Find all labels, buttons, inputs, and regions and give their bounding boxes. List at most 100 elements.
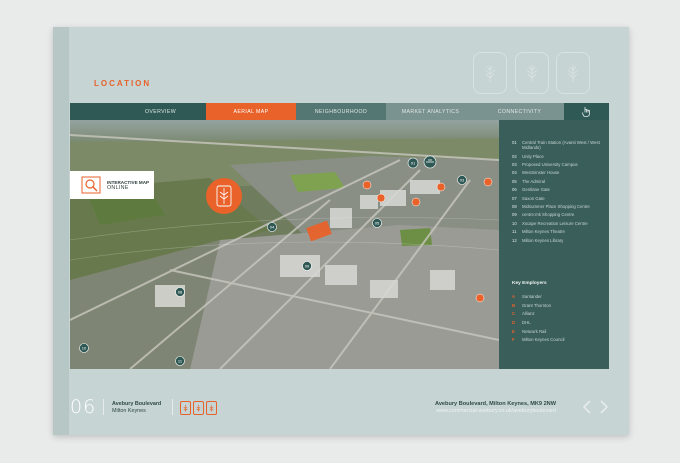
employer-label: Allianz [522,311,535,317]
employer-item: C Allianz [512,311,565,317]
employers-list: A Santander B Grant Thornton C Allianz D DHL E Ne… [512,294,565,346]
marker-b [376,193,386,203]
legend-place-number: 05 [512,178,517,184]
page-number: 06 [70,396,97,418]
previous-page-icon[interactable] [582,400,592,414]
tab-connectivity[interactable]: CONNECTIVITY [475,103,564,120]
employer-label: Santander [522,294,542,299]
employer-item: F Milton Keynes Council [512,337,565,343]
map-markers: 01 04 08 09 10 11 03 05 [79,155,493,366]
tree-icon [473,52,507,94]
footer-address-line2: Milton Keynes [112,408,146,414]
employer-item: A Santander [512,294,565,300]
legend-place-label: Midsummer Place Shopping Centre [522,204,590,210]
marker-c [411,197,421,207]
tab-market-analytics[interactable]: MARKET ANALYTICS [386,103,475,120]
key-employers-title: Key Employers [512,281,547,286]
employer-letter: D [512,320,516,326]
legend-place-item: 04 Westminster House [512,170,604,175]
legend-place-number: 11 [512,229,517,235]
legend-place-number: 09 [512,212,517,218]
section-title: LOCATION [94,79,152,88]
tree-icon [193,401,204,415]
legend-panel: 01 Central Train Station (Avanti West / W… [499,120,609,369]
tree-icon [556,52,590,94]
nav-spacer [70,103,115,120]
legend-place-label: Xscape Recreation Leisure Centre [522,220,588,226]
legend-place-number: 02 [512,153,517,159]
next-page-icon[interactable] [599,400,609,414]
legend-place-label: Central Train Station (Avanti West / Wes… [522,140,600,151]
employer-label: Grant Thornton [522,302,552,308]
tree-icon [180,401,191,415]
legend-place-item: 08 Midsummer Place Shopping Centre [512,204,604,209]
svg-text:08: 08 [178,290,183,295]
svg-text:10: 10 [82,346,87,351]
svg-text:09: 09 [305,264,310,269]
legend-place-item: 11 Milton Keynes Theatre [512,229,604,234]
employer-item: B Grant Thornton [512,303,565,309]
employer-letter: B [512,302,516,308]
legend-place-number: 12 [512,237,517,243]
legend-place-item: 03 Proposed University Campus [512,162,604,167]
legend-place-number: 03 [512,162,517,168]
legend-place-label: centre:mk Shopping Centre [522,212,575,218]
tab-neighbourhood[interactable]: NEIGHBOURHOOD [296,103,386,120]
legend-place-item: 05 The Admiral [512,179,604,184]
legend-place-item: 01 Central Train Station (Avanti West / W… [512,140,604,151]
legend-place-label: Saxon Gate [522,195,545,201]
legend-place-number: 10 [512,220,517,226]
employer-letter: A [512,294,516,299]
employer-letter: C [512,311,516,317]
legend-place-item: 07 Saxon Gate [512,196,604,201]
tree-icon [206,401,217,415]
legend-place-label: The Admiral [522,178,545,184]
employer-letter: E [512,328,515,334]
aerial-map[interactable]: INTERACTIVE MAP ONLINE 01 04 08 09 10 11… [70,120,499,369]
marker-e [483,177,493,187]
legend-place-number: 01 [512,140,517,145]
legend-place-item: 12 Milton Keynes Library [512,238,604,243]
legend-place-label: Westminster House [522,170,560,176]
footer-divider [172,399,173,415]
legend-place-item: 09 centre:mk Shopping Centre [512,212,604,217]
footer-website[interactable]: www.commercial-avebury.co.uk/aveburyboul… [436,408,556,414]
svg-text:05: 05 [375,221,380,226]
hand-pointer-icon[interactable] [564,103,609,120]
legend-place-number: 04 [512,170,517,176]
legend-place-number: 06 [512,187,517,193]
legend-place-item: 02 Unity Place [512,154,604,159]
employer-item: E Network Rail [512,329,565,335]
footer-divider [103,399,104,415]
tab-aerial-map[interactable]: AERIAL MAP [206,103,296,120]
svg-text:01: 01 [411,161,416,166]
svg-text:03: 03 [460,178,465,183]
marker-a [362,180,372,190]
tree-icon [515,52,549,94]
page-side-strip [53,27,69,435]
marker-f [475,293,485,303]
places-list: 01 Central Train Station (Avanti West / W… [512,140,604,246]
footer-address-line1: Avebury Boulevard [112,401,162,407]
employer-item: D DHL [512,320,565,326]
legend-place-label: Gentlane Gate [522,187,550,193]
svg-text:04: 04 [270,225,275,230]
legend-place-item: 06 Gentlane Gate [512,187,604,192]
section-nav: OVERVIEW AERIAL MAP NEIGHBOURHOOD MARKET… [70,103,609,120]
employer-label: Milton Keynes Council [522,337,565,343]
legend-place-label: Proposed University Campus [522,162,578,168]
legend-place-item: 10 Xscape Recreation Leisure Centre [512,221,604,226]
footer-logo [180,401,217,415]
legend-place-label: Milton Keynes Theatre [522,229,565,235]
tab-overview[interactable]: OVERVIEW [115,103,206,120]
footer-full-address: Avebury Boulevard, Milton Keynes, MK9 2N… [434,401,556,407]
brochure-page: LOCATION OVERVIEW AERIAL MAP NEIGHBOURHO… [53,27,629,435]
legend-place-label: Unity Place [522,153,544,159]
legend-place-number: 08 [512,204,517,210]
legend-place-label: Milton Keynes Library [522,237,564,243]
employer-label: DHL [522,320,531,326]
employer-letter: F [512,337,515,343]
employer-label: Network Rail [522,328,547,334]
legend-place-number: 07 [512,195,517,201]
marker-d [436,182,446,192]
